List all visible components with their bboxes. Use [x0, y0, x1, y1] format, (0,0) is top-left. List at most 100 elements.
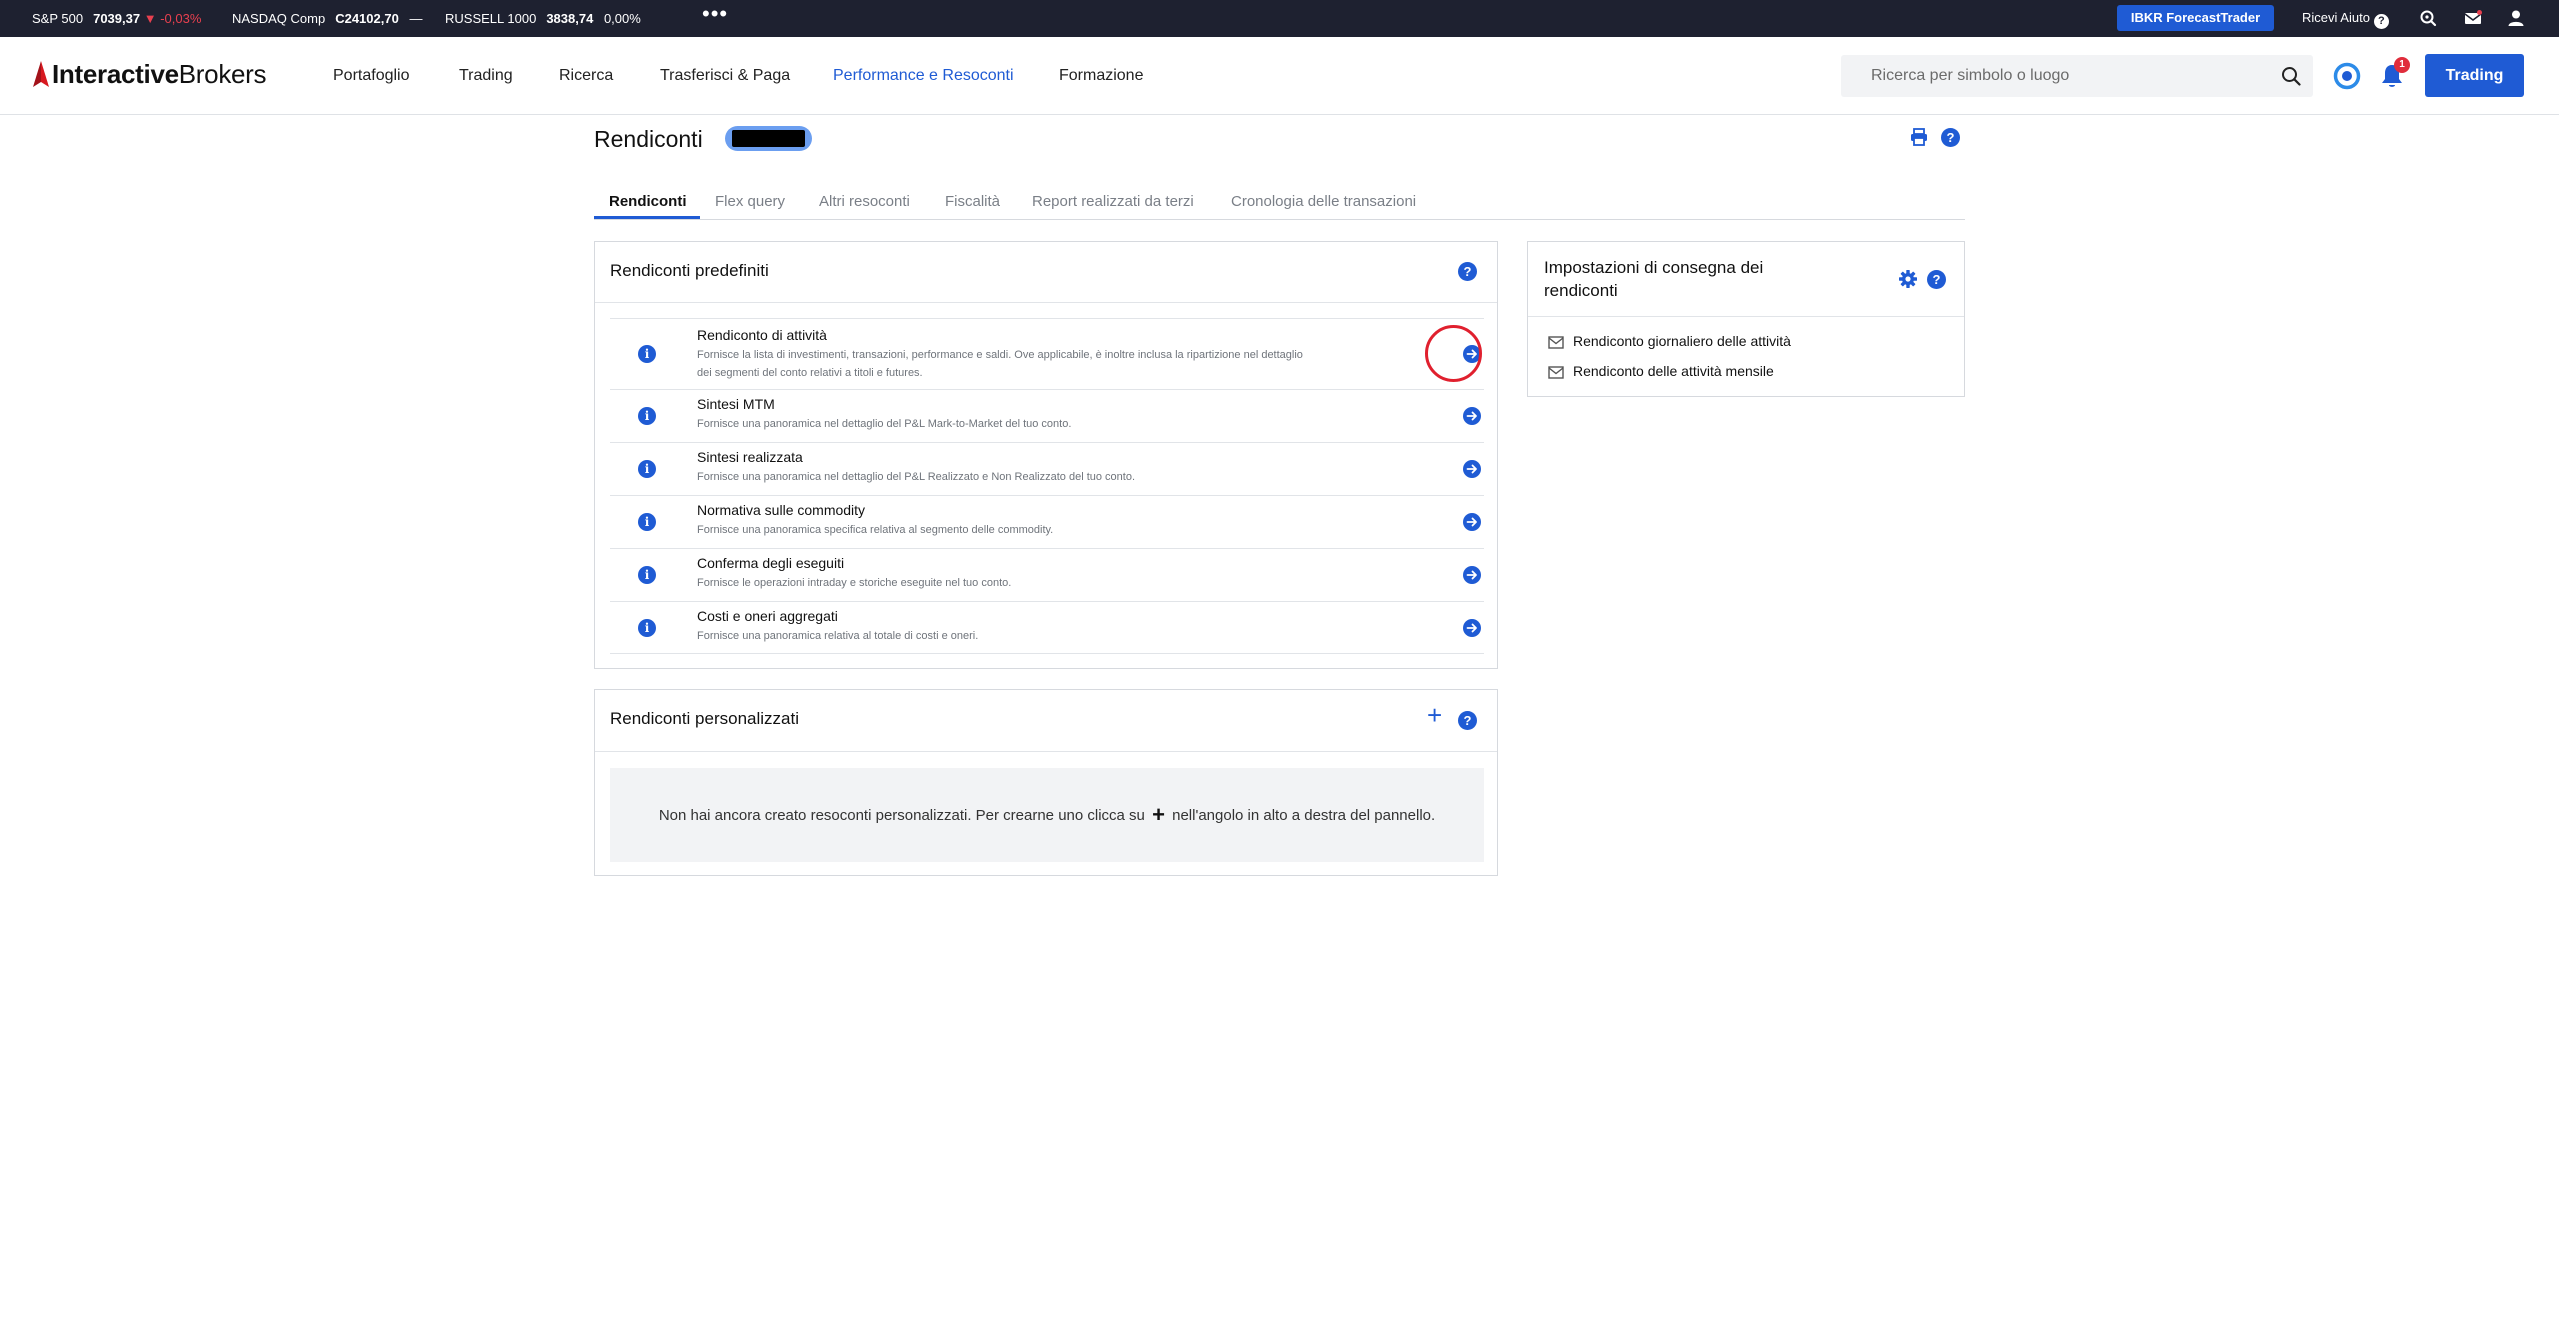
- envelope-icon: [1548, 336, 1564, 349]
- panel-title-line1: Impostazioni di consegna dei: [1544, 258, 1764, 277]
- user-icon[interactable]: [2507, 9, 2525, 27]
- tab-rendiconti[interactable]: Rendiconti: [609, 193, 687, 210]
- account-id-redacted: ██████: [732, 130, 805, 147]
- info-icon[interactable]: i: [638, 345, 656, 363]
- info-icon[interactable]: i: [638, 566, 656, 584]
- forecasttrader-button[interactable]: IBKR ForecastTrader: [2117, 5, 2274, 31]
- ticker-name: RUSSELL 1000: [445, 11, 537, 26]
- report-description: Fornisce una panoramica nel dettaglio de…: [697, 471, 1136, 483]
- report-row[interactable]: i Conferma degli eseguiti Fornisce le op…: [610, 548, 1484, 601]
- nav-item-performance[interactable]: Performance e Resoconti: [833, 67, 1014, 85]
- more-tickers-button[interactable]: •••: [702, 3, 728, 25]
- question-icon: ?: [2373, 14, 2389, 29]
- down-triangle-icon: ▼: [143, 11, 157, 26]
- delivery-item-monthly[interactable]: Rendiconto delle attività mensile: [1548, 363, 1774, 379]
- add-custom-report-button[interactable]: +: [1427, 700, 1442, 730]
- delivery-settings-panel: Impostazioni di consegna dei rendiconti …: [1527, 241, 1965, 397]
- ticker-item-nasdaq[interactable]: NASDAQ Comp C24102,70 —: [232, 11, 422, 26]
- print-icon[interactable]: [1909, 127, 1929, 147]
- chat-search-icon[interactable]: [2419, 9, 2437, 27]
- divider: [1528, 316, 1964, 317]
- tab-altri-resoconti[interactable]: Altri resoconti: [819, 193, 910, 210]
- account-selector[interactable]: ██████: [725, 126, 812, 151]
- delivery-item-label: Rendiconto giornaliero delle attività: [1573, 333, 1791, 349]
- main-navigation: InteractiveBrokers Portafoglio Trading R…: [0, 37, 2559, 115]
- ticker-name: S&P 500: [32, 11, 84, 26]
- info-icon[interactable]: i: [638, 619, 656, 637]
- help-label: Ricevi Aiuto: [2302, 10, 2370, 25]
- report-row[interactable]: i Costi e oneri aggregati Fornisce una p…: [610, 601, 1484, 654]
- report-title: Conferma degli eseguiti: [697, 555, 845, 571]
- search-icon[interactable]: [2281, 66, 2301, 86]
- tab-fiscalita[interactable]: Fiscalità: [945, 193, 1000, 210]
- ib-logo-icon: [33, 61, 49, 87]
- info-icon[interactable]: i: [638, 513, 656, 531]
- report-description: Fornisce le operazioni intraday e storic…: [697, 577, 1012, 589]
- delivery-help-icon[interactable]: ?: [1927, 270, 1946, 289]
- predefined-reports-panel: Rendiconti predefiniti ? i Rendiconto di…: [594, 241, 1498, 669]
- nav-item-formazione[interactable]: Formazione: [1059, 67, 1143, 85]
- empty-state-message: Non hai ancora creato resoconti personal…: [610, 768, 1484, 862]
- tab-flex-query[interactable]: Flex query: [715, 193, 785, 210]
- ticker-value: 3838,74: [546, 11, 594, 26]
- info-icon[interactable]: i: [638, 407, 656, 425]
- empty-text-start: Non hai ancora creato resoconti personal…: [658, 807, 1145, 824]
- ticker-bar: S&P 500 7039,37 ▼ -0,03% NASDAQ Comp C2410…: [0, 0, 2559, 37]
- delivery-item-label: Rendiconto delle attività mensile: [1573, 363, 1774, 379]
- report-description: Fornisce una panoramica relativa al tota…: [697, 630, 979, 642]
- arrow-right-circle-icon[interactable]: [1463, 566, 1481, 584]
- report-title: Sintesi MTM: [697, 396, 775, 412]
- report-row[interactable]: i Sintesi MTM Fornisce una panoramica ne…: [610, 389, 1484, 442]
- divider: [595, 751, 1497, 752]
- panel-title: Rendiconti predefiniti: [610, 261, 769, 280]
- gear-icon[interactable]: [1898, 269, 1918, 289]
- ticker-item-sp500[interactable]: S&P 500 7039,37 ▼ -0,03%: [32, 11, 201, 26]
- arrow-right-circle-icon[interactable]: [1463, 407, 1481, 425]
- report-row[interactable]: i Sintesi realizzata Fornisce una panora…: [610, 442, 1484, 495]
- ticker-change: -0,03%: [160, 11, 202, 26]
- assistant-ring-icon[interactable]: [2333, 62, 2361, 90]
- highlight-ring: [1425, 325, 1482, 382]
- ticker-value: 7039,37: [93, 11, 141, 26]
- ticker-change: 0,00%: [603, 11, 641, 26]
- report-row[interactable]: i Normativa sulle commodity Fornisce una…: [610, 495, 1484, 548]
- panel-title: Impostazioni di consegna dei rendiconti: [1544, 256, 1763, 302]
- report-tabs: Rendiconti Flex query Altri resoconti Fi…: [594, 190, 1965, 220]
- interactive-brokers-logo[interactable]: InteractiveBrokers: [32, 59, 267, 90]
- logo-text-brokers: Brokers: [178, 59, 267, 89]
- delivery-item-daily[interactable]: Rendiconto giornaliero delle attività: [1548, 333, 1791, 349]
- search-input[interactable]: [1871, 55, 2271, 97]
- panel-title-line2: rendiconti: [1544, 281, 1618, 300]
- page-help-icon[interactable]: ?: [1941, 128, 1960, 147]
- info-icon[interactable]: i: [638, 460, 656, 478]
- nav-item-trasferisci[interactable]: Trasferisci & Paga: [660, 67, 790, 85]
- divider: [595, 302, 1497, 303]
- nav-item-portafoglio[interactable]: Portafoglio: [333, 67, 410, 85]
- mail-icon[interactable]: [2464, 9, 2482, 27]
- help-link[interactable]: Ricevi Aiuto?: [2302, 10, 2389, 29]
- report-title: Rendiconto di attività: [697, 327, 827, 343]
- trading-button[interactable]: Trading: [2425, 54, 2524, 97]
- envelope-icon: [1548, 366, 1564, 379]
- symbol-search[interactable]: [1841, 55, 2313, 97]
- tab-report-terzi[interactable]: Report realizzati da terzi: [1032, 193, 1194, 210]
- nav-item-ricerca[interactable]: Ricerca: [559, 67, 613, 85]
- custom-help-icon[interactable]: ?: [1458, 711, 1477, 730]
- notification-badge: 1: [2394, 57, 2410, 73]
- ticker-value: C24102,70: [335, 11, 399, 26]
- arrow-right-circle-icon[interactable]: [1463, 513, 1481, 531]
- page-title: Rendiconti: [594, 126, 703, 152]
- report-row[interactable]: i Rendiconto di attività Fornisce la lis…: [610, 318, 1484, 389]
- nav-item-trading[interactable]: Trading: [459, 67, 513, 85]
- active-tab-indicator: [594, 216, 700, 219]
- arrow-right-circle-icon[interactable]: [1463, 619, 1481, 637]
- custom-reports-panel: Rendiconti personalizzati + ? Non hai an…: [594, 689, 1498, 876]
- predefined-help-icon[interactable]: ?: [1458, 262, 1477, 281]
- tab-cronologia[interactable]: Cronologia delle transazioni: [1231, 193, 1416, 210]
- arrow-right-circle-icon[interactable]: [1463, 460, 1481, 478]
- report-list: i Rendiconto di attività Fornisce la lis…: [610, 318, 1484, 654]
- ticker-item-russell[interactable]: RUSSELL 1000 3838,74 0,00%: [445, 11, 641, 26]
- report-description: Fornisce una panoramica nel dettaglio de…: [697, 418, 1072, 430]
- ticker-change: —: [409, 11, 423, 26]
- panel-title: Rendiconti personalizzati: [610, 709, 799, 728]
